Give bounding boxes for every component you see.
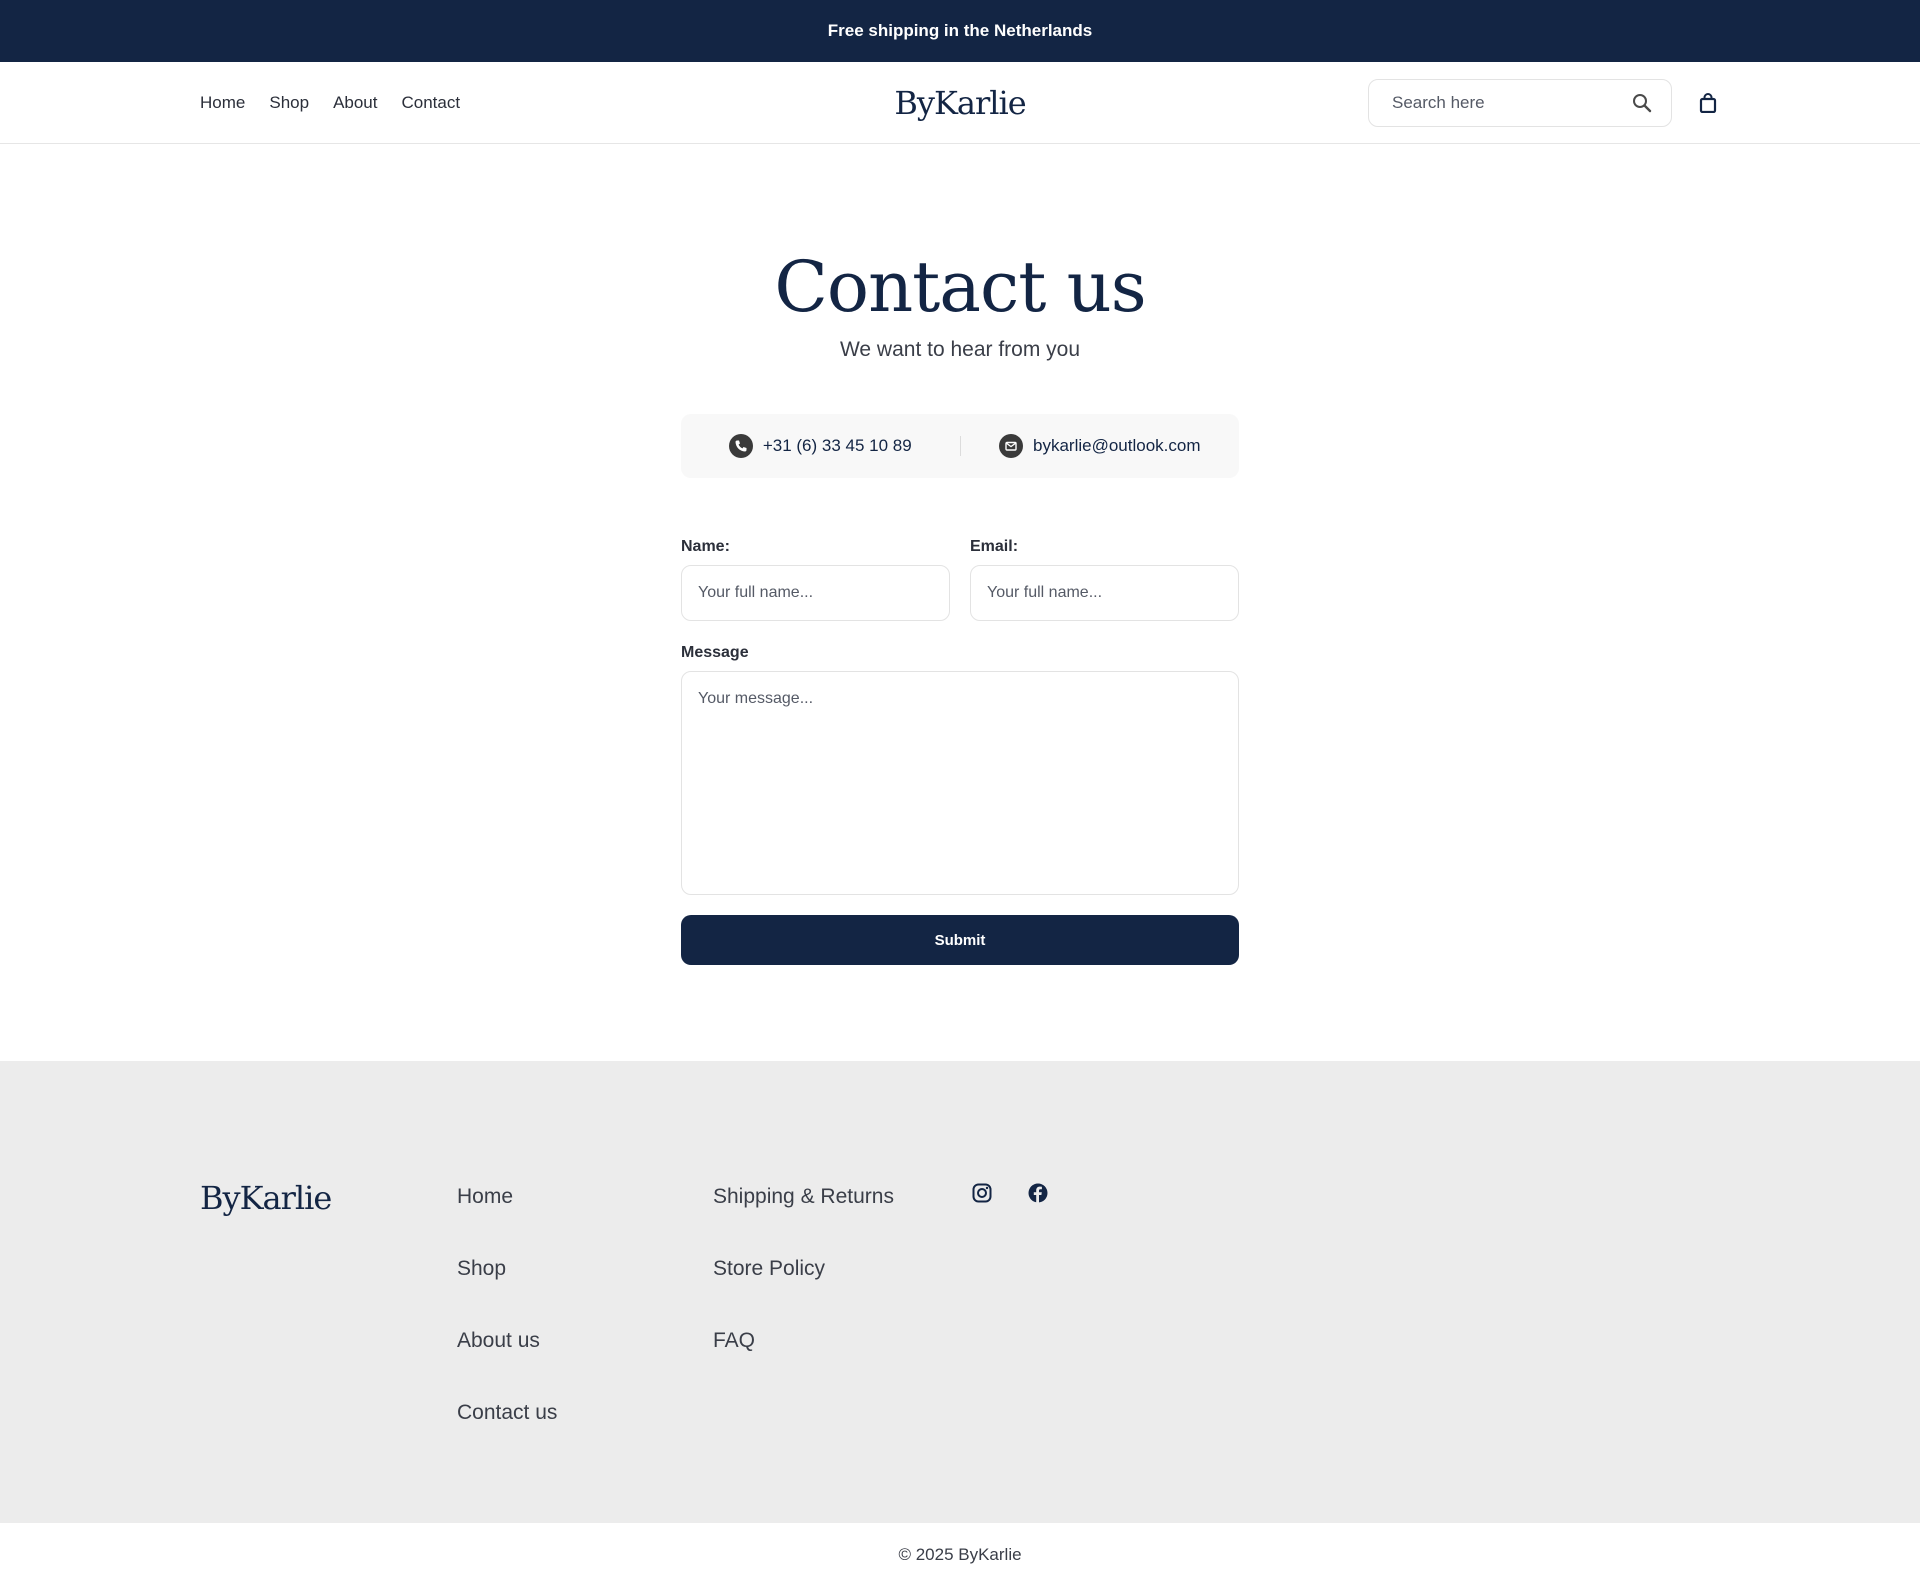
page-subtitle: We want to hear from you (839, 338, 1081, 361)
facebook-icon[interactable] (1027, 1182, 1049, 1204)
phone-icon (728, 434, 753, 458)
footer-link-home[interactable]: Home (457, 1185, 557, 1257)
instagram-icon[interactable] (971, 1182, 993, 1204)
email-field[interactable] (970, 565, 1239, 621)
site-header: Home Shop About Contact ByKarlie (0, 62, 1920, 144)
nav-contact[interactable]: Contact (402, 93, 461, 113)
nav-shop[interactable]: Shop (269, 93, 309, 113)
footer-policies: Shipping & Returns Store Policy FAQ (713, 1185, 894, 1401)
site-footer: ByKarlie Home Shop About us Contact us S… (0, 1061, 1920, 1523)
site-logo[interactable]: ByKarlie (894, 62, 1026, 144)
submit-button[interactable]: Submit (681, 915, 1239, 965)
contact-form: Name: Email: Message Submit (681, 537, 1239, 965)
footer-link-shop[interactable]: Shop (457, 1257, 557, 1329)
footer-link-faq[interactable]: FAQ (713, 1329, 894, 1401)
email-address: bykarlie@outlook.com (1033, 436, 1201, 455)
shopping-bag-icon[interactable] (1697, 92, 1719, 114)
nav-home[interactable]: Home (200, 93, 245, 113)
footer-link-contact[interactable]: Contact us (457, 1401, 557, 1473)
email-field-group: Email: (970, 537, 1239, 621)
footer-link-about[interactable]: About us (457, 1329, 557, 1401)
name-field-group: Name: (681, 537, 950, 621)
message-field[interactable] (681, 671, 1239, 895)
copyright: © 2025 ByKarlie (898, 1545, 1022, 1564)
main-nav: Home Shop About Contact (200, 62, 460, 144)
mail-icon (999, 434, 1023, 458)
announcement-text: Free shipping in the Netherlands (827, 21, 1093, 40)
contact-info: +31 (6) 33 45 10 89 bykarlie@outlook.com (681, 414, 1239, 478)
name-label: Name: (681, 538, 730, 555)
page-title: Contact us (774, 246, 1146, 328)
name-field[interactable] (681, 565, 950, 621)
message-label: Message (681, 644, 749, 661)
search-icon[interactable] (1631, 92, 1653, 114)
contact-phone[interactable]: +31 (6) 33 45 10 89 (681, 434, 960, 458)
contact-email[interactable]: bykarlie@outlook.com (961, 434, 1240, 458)
footer-nav: Home Shop About us Contact us (457, 1185, 557, 1473)
announcement-bar: Free shipping in the Netherlands (0, 0, 1920, 62)
main-content: Contact us We want to hear from you +31 … (0, 144, 1920, 1061)
phone-number: +31 (6) 33 45 10 89 (762, 436, 912, 455)
form-row: Name: Email: (681, 537, 1239, 621)
footer-link-shipping[interactable]: Shipping & Returns (713, 1185, 894, 1257)
footer-link-store-policy[interactable]: Store Policy (713, 1257, 894, 1329)
search-input[interactable] (1392, 93, 1631, 113)
footer-logo[interactable]: ByKarlie (200, 1179, 332, 1217)
message-field-group: Message (681, 621, 1239, 895)
email-label: Email: (970, 538, 1019, 555)
social-links (971, 1182, 1049, 1204)
search-box (1368, 79, 1672, 127)
nav-about[interactable]: About (333, 93, 377, 113)
